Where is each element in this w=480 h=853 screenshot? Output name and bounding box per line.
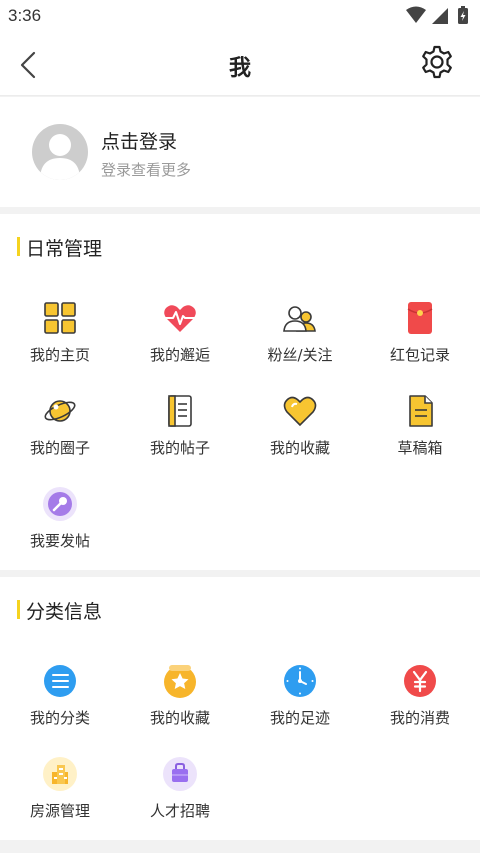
- grid-item-my-footprint[interactable]: 我的足迹: [240, 663, 360, 743]
- grid-label: 我的帖子: [149, 439, 210, 457]
- avatar[interactable]: [32, 124, 88, 180]
- login-subtitle: 登录查看更多: [101, 161, 192, 179]
- homepage-grid-icon: [44, 302, 76, 334]
- status-time: 3:36: [8, 6, 42, 25]
- bottom-divider: [0, 846, 480, 853]
- login-title[interactable]: 点击登录: [101, 127, 177, 154]
- grid-item-my-posts[interactable]: 我的帖子: [120, 393, 240, 473]
- default-avatar-icon: [40, 134, 80, 180]
- microphone-icon: [43, 487, 77, 521]
- profile-card[interactable]: 点击登录 登录查看更多: [0, 97, 480, 207]
- building-icon: [43, 757, 77, 791]
- grid-label: 我要发帖: [29, 532, 90, 550]
- grid-label: 我的圈子: [29, 439, 90, 457]
- grid-item-my-encounter[interactable]: 我的邂逅: [120, 300, 240, 380]
- status-bar: 3:36: [0, 0, 480, 32]
- page-title: 我: [228, 56, 251, 81]
- followers-icon: [283, 306, 316, 332]
- grid-label: 我的主页: [29, 346, 90, 364]
- grid-item-new-post[interactable]: 我要发帖: [0, 486, 120, 566]
- grid-label: 我的消费: [389, 709, 450, 727]
- grid-label: 我的收藏: [149, 709, 210, 727]
- grid-item-my-collection[interactable]: 我的收藏: [120, 663, 240, 743]
- posts-document-icon: [168, 395, 192, 427]
- clock-footprint-icon: [284, 665, 316, 697]
- gear-icon[interactable]: [418, 44, 456, 82]
- grid-item-followers[interactable]: 粉丝/关注: [240, 300, 360, 380]
- heartbeat-icon: [164, 305, 196, 332]
- section-title: 分类信息: [26, 601, 103, 623]
- list-category-icon: [44, 665, 76, 697]
- heart-favorite-icon: [283, 396, 317, 427]
- grid-label: 我的足迹: [269, 709, 330, 727]
- wifi-icon: [406, 6, 426, 23]
- grid-label: 粉丝/关注: [267, 346, 333, 364]
- grid-label: 人才招聘: [149, 802, 210, 820]
- grid-item-my-spending[interactable]: 我的消费: [360, 663, 480, 743]
- grid-item-housing[interactable]: 房源管理: [0, 756, 120, 836]
- grid-label: 我的收藏: [269, 439, 330, 457]
- grid-item-my-favorites[interactable]: 我的收藏: [240, 393, 360, 473]
- section-title: 日常管理: [26, 238, 103, 260]
- grid-item-my-homepage[interactable]: 我的主页: [0, 300, 120, 380]
- grid-item-recruitment[interactable]: 人才招聘: [120, 756, 240, 836]
- grid-label: 房源管理: [29, 802, 90, 820]
- red-envelope-icon: [407, 302, 433, 334]
- grid-item-red-envelope[interactable]: 红包记录: [360, 300, 480, 380]
- grid-label: 草稿箱: [397, 439, 443, 457]
- grid-label: 我的邂逅: [149, 346, 210, 364]
- planet-icon: [44, 400, 76, 422]
- grid-label: 我的分类: [29, 709, 90, 727]
- grid-item-my-circle[interactable]: 我的圈子: [0, 393, 120, 473]
- yuan-icon: [404, 665, 436, 697]
- section-accent-bar: [17, 600, 20, 619]
- section-accent-bar: [17, 237, 20, 256]
- nav-bar: 我: [0, 32, 480, 96]
- grid-item-drafts[interactable]: 草稿箱: [360, 393, 480, 473]
- daily-management-section: 日常管理 我的主页 我的邂逅 粉丝/关注 红包记录 我的圈子 我的帖子 我的收藏…: [0, 214, 480, 570]
- star-favorite-icon: [164, 665, 196, 698]
- signal-icon: [432, 8, 448, 24]
- draft-file-icon: [409, 395, 433, 427]
- grid-item-my-category[interactable]: 我的分类: [0, 663, 120, 743]
- classified-info-section: 分类信息 我的分类 我的收藏 我的足迹 我的消费 房源管理 人才招聘: [0, 577, 480, 840]
- grid-label: 红包记录: [389, 346, 450, 364]
- briefcase-icon: [163, 757, 197, 791]
- status-icons: [406, 6, 468, 24]
